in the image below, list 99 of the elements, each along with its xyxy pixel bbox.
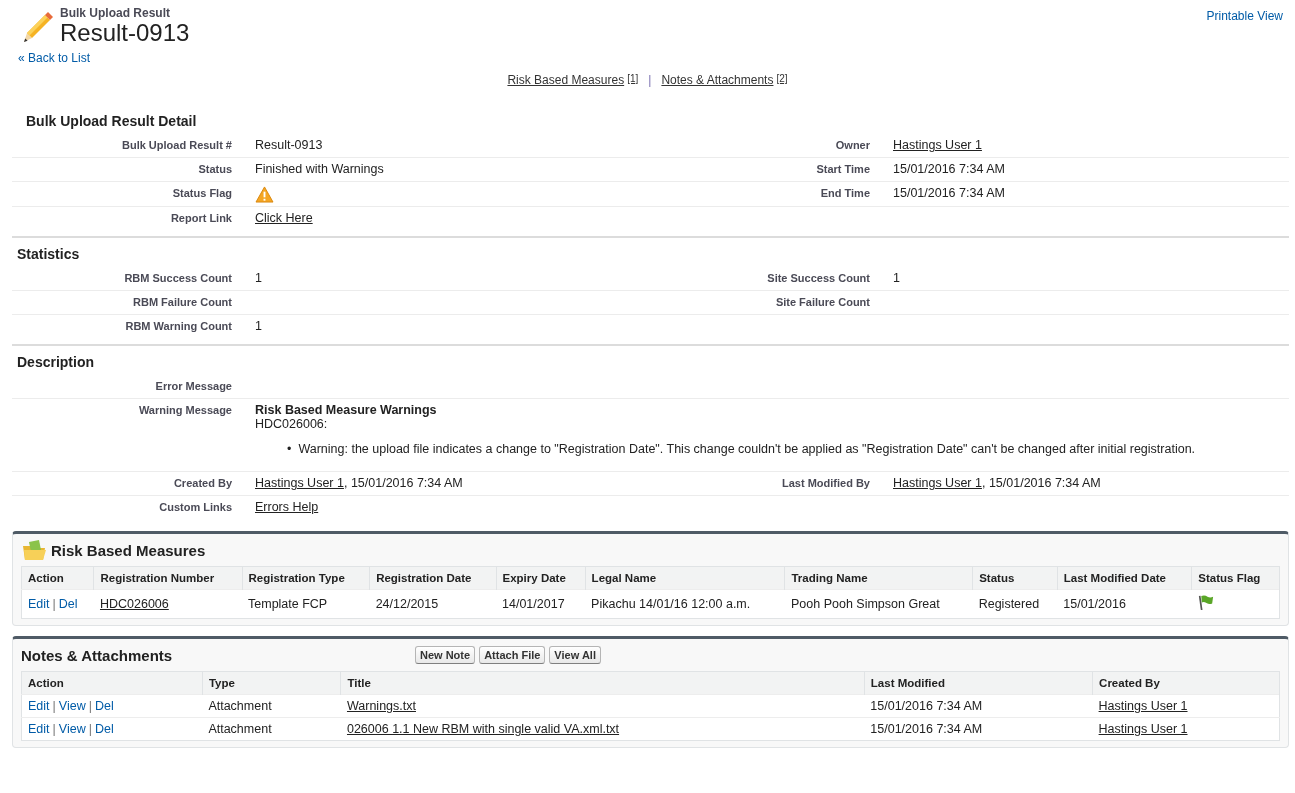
field-value: , 15/01/2016 7:34 AM xyxy=(981,476,1101,490)
field-label: Error Message xyxy=(155,379,233,392)
warning-text: Warning: the upload file indicates a change to "Registration Date". This change couldn't be applied as "Registration Date" can't be changed after initial registration. xyxy=(298,441,1196,457)
table-cell: Pikachu 14/01/16 12:00 a.m. xyxy=(585,589,785,619)
table-cell: Attachment xyxy=(202,717,341,741)
related-list-link[interactable]: Notes & Attachments xyxy=(661,73,774,87)
table-cell: Registered xyxy=(972,589,1058,619)
field-value: 1 xyxy=(255,319,262,333)
record-link[interactable]: 026006 1.1 New RBM with single valid VA.xml.txt xyxy=(346,722,620,736)
field-label: RBM Failure Count xyxy=(133,295,233,308)
column-header: Action xyxy=(21,671,203,695)
link-separator: | xyxy=(52,722,56,736)
field-value: 1 xyxy=(893,271,900,285)
record-count: [2] xyxy=(776,73,788,84)
column-header: Expiry Date xyxy=(496,566,586,590)
table-cell: 15/01/2016 7:34 AM xyxy=(864,694,1093,718)
warning-icon xyxy=(255,186,274,203)
list-button[interactable]: New Note xyxy=(415,646,476,664)
table-cell: Attachment xyxy=(202,694,341,718)
record-link[interactable]: HDC026006 xyxy=(100,597,169,611)
field-label: Owner xyxy=(835,138,871,151)
back-link[interactable]: « Back to List xyxy=(18,51,91,65)
field-value: 15/01/2016 7:34 AM xyxy=(893,162,1005,176)
link-separator: | xyxy=(648,73,652,87)
field-label: Last Modified By xyxy=(782,476,871,489)
field-label: Start Time xyxy=(816,162,871,175)
field-label: Site Success Count xyxy=(767,271,871,284)
table-cell: 14/01/2017 xyxy=(496,589,586,619)
field-label: Custom Links xyxy=(159,500,233,513)
action-link[interactable]: Edit xyxy=(28,699,50,713)
column-header: Trading Name xyxy=(785,566,973,590)
column-header: Last Modified Date xyxy=(1057,566,1192,590)
record-title: Result-0913 xyxy=(60,20,190,46)
column-header: Registration Number xyxy=(94,566,242,590)
record-count: [1] xyxy=(627,73,639,84)
field-value: 1 xyxy=(255,271,262,285)
column-header: Type xyxy=(202,671,341,695)
field-label: RBM Success Count xyxy=(124,271,233,284)
action-link[interactable]: Edit xyxy=(28,722,50,736)
printable-view-link[interactable]: Printable View xyxy=(1206,9,1283,65)
field-label: Bulk Upload Result # xyxy=(121,138,233,151)
field-value: , 15/01/2016 7:34 AM xyxy=(343,476,463,490)
table-cell: 24/12/2015 xyxy=(369,589,497,619)
bullet-mark: • xyxy=(287,441,292,457)
field-link[interactable]: Errors Help xyxy=(255,500,319,514)
record-link[interactable]: Hastings User 1 xyxy=(1098,722,1188,736)
related-list-title: Risk Based Measures xyxy=(51,541,207,559)
list-button[interactable]: Attach File xyxy=(479,646,546,664)
action-link[interactable]: Del xyxy=(94,699,114,713)
field-label: Report Link xyxy=(170,211,233,224)
related-list-link[interactable]: Risk Based Measures xyxy=(507,73,625,87)
warning-heading: Risk Based Measure Warnings xyxy=(255,403,438,417)
field-value: 15/01/2016 7:34 AM xyxy=(893,186,1005,200)
field-label: Site Failure Count xyxy=(775,295,871,308)
link-separator: | xyxy=(88,722,92,736)
action-link[interactable]: Del xyxy=(94,722,114,736)
table-cell: 15/01/2016 7:34 AM xyxy=(864,717,1093,741)
field-label: Status xyxy=(198,162,233,175)
section-title: Statistics xyxy=(16,245,81,264)
related-list-title: Notes & Attachments xyxy=(21,646,174,664)
field-link[interactable]: Hastings User 1 xyxy=(893,476,982,490)
list-button[interactable]: View All xyxy=(549,646,601,664)
field-value: Finished with Warnings xyxy=(255,162,384,176)
table-cell: Pooh Pooh Simpson Great xyxy=(785,589,973,619)
column-header: Registration Date xyxy=(369,566,497,590)
field-value: Result-0913 xyxy=(255,138,323,152)
field-label: Status Flag xyxy=(172,186,233,199)
field-link[interactable]: Hastings User 1 xyxy=(255,476,344,490)
field-label: Warning Message xyxy=(138,403,233,416)
link-separator: | xyxy=(88,699,92,713)
column-header: Legal Name xyxy=(585,566,785,590)
column-header: Action xyxy=(21,566,94,590)
table-cell: Template FCP xyxy=(242,589,370,619)
action-link[interactable]: Edit xyxy=(28,597,50,611)
column-header: Created By xyxy=(1092,671,1280,695)
link-separator: | xyxy=(52,597,56,611)
field-link[interactable]: Click Here xyxy=(255,211,313,225)
field-label: End Time xyxy=(820,186,871,199)
record-link[interactable]: Warnings.txt xyxy=(346,699,416,713)
field-label: Created By xyxy=(173,476,233,489)
action-link[interactable]: View xyxy=(58,722,86,736)
link-separator: | xyxy=(52,699,56,713)
section-title: Bulk Upload Result Detail xyxy=(25,112,198,131)
column-header: Registration Type xyxy=(242,566,370,590)
column-header: Title xyxy=(340,671,865,695)
action-link[interactable]: View xyxy=(58,699,86,713)
flag-icon xyxy=(1197,594,1215,611)
table-cell: 15/01/2016 xyxy=(1057,589,1192,619)
field-label: RBM Warning Count xyxy=(125,319,233,332)
field-link[interactable]: Hastings User 1 xyxy=(893,138,982,152)
column-header: Status Flag xyxy=(1191,566,1280,590)
folder-icon xyxy=(21,538,47,562)
column-header: Last Modified xyxy=(864,671,1093,695)
section-title: Description xyxy=(16,353,95,372)
action-link[interactable]: Del xyxy=(58,597,78,611)
warning-record: HDC026006: xyxy=(255,417,329,431)
record-type: Bulk Upload Result xyxy=(60,6,171,20)
column-header: Status xyxy=(972,566,1058,590)
record-link[interactable]: Hastings User 1 xyxy=(1098,699,1188,713)
